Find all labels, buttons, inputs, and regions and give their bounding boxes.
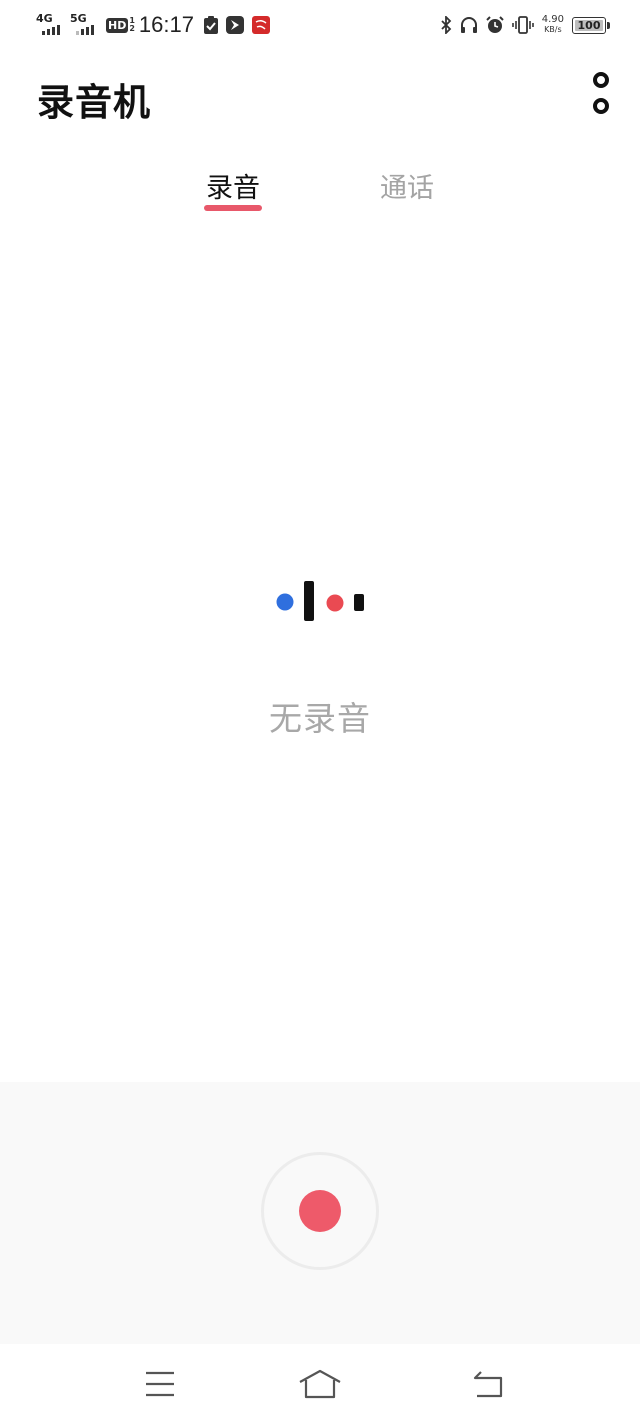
red-app-icon [251,16,270,34]
vibrate-icon [511,16,534,34]
bluetooth-icon [440,16,452,34]
net-speed: 4.90 KB/s [541,14,564,35]
headphones-icon [460,16,478,34]
app-title: 录音机 [37,81,151,124]
more-options-icon[interactable] [588,72,614,114]
menu-icon[interactable] [138,1362,182,1406]
status-bar-left: 4G 5G HD 12 16:17 [36,10,278,40]
tab-call[interactable]: 通话 [378,166,436,210]
status-bar: 4G 5G HD 12 16:17 4.90 KB/s 100 [0,0,640,50]
status-bar-right: 4.90 KB/s 100 [440,10,610,40]
hd-voice-icon: HD 12 [106,16,135,33]
signal-5g-icon: 5G [70,13,100,37]
back-icon[interactable] [466,1362,510,1406]
record-button[interactable] [261,1152,379,1270]
tab-record[interactable]: 录音 [204,166,262,210]
battery-icon: 100 [572,16,610,34]
signal-4g-icon: 4G [36,13,66,37]
home-icon[interactable] [298,1362,342,1406]
status-time: 16:17 [138,12,194,37]
empty-state-message: 无录音 [269,699,371,738]
record-icon [299,1190,341,1232]
feather-app-icon [225,16,244,34]
check-clipboard-icon [203,16,218,34]
alarm-icon [486,16,504,34]
tab-indicator [204,205,262,211]
empty-recording-icon [276,580,368,622]
